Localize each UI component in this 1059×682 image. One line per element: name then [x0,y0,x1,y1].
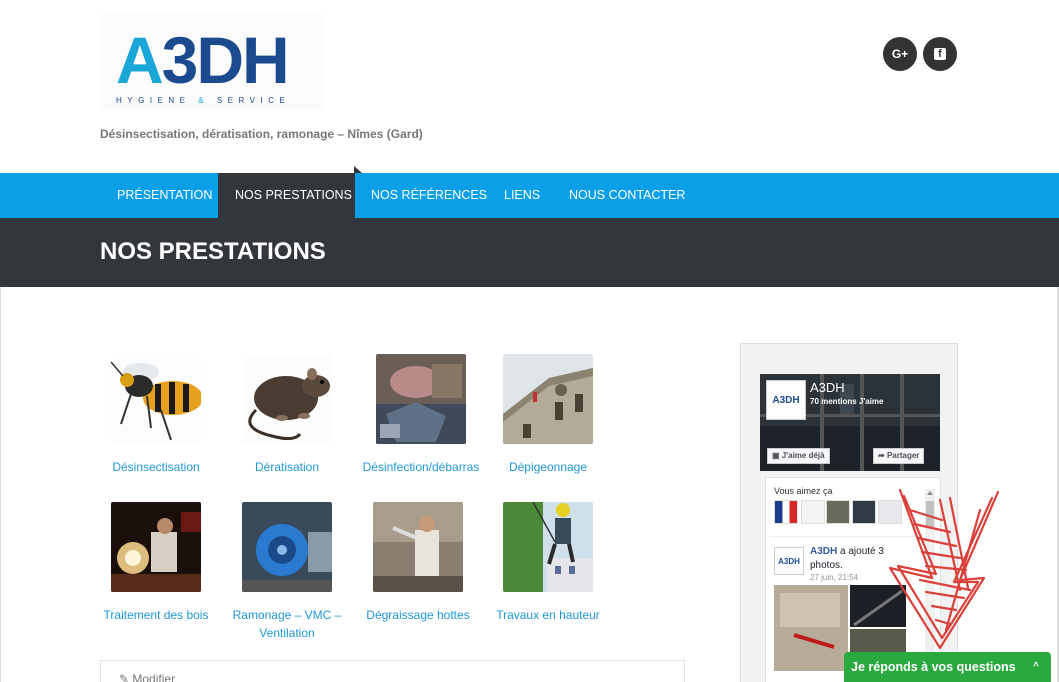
like-button[interactable]: ▣ J'aime déjà [767,448,830,464]
rope-access-image[interactable] [503,502,593,592]
service-label[interactable]: Désinsectisation [91,458,221,476]
site-logo[interactable]: A3DH HYGIENE & SERVICE [100,14,324,110]
service-label[interactable]: Désinfection/débarras [356,458,486,476]
nav-item-references[interactable]: Nos références [354,173,504,218]
google-plus-icon[interactable]: G+ [883,37,917,71]
site-header: A3DH HYGIENE & SERVICE Désinsectisation,… [0,0,1059,173]
hood-cleaning-image[interactable] [373,502,463,592]
chat-widget-button[interactable]: Je réponds à vos questions ^ [844,652,1051,682]
friend-avatar[interactable] [826,500,850,524]
post-time[interactable]: 27 juin, 21:54 [810,573,858,582]
friend-avatar[interactable] [801,500,825,524]
main-nav: Présentation Nos prestations Nos référen… [0,173,1059,218]
facebook-cover[interactable]: A3DH A3DH 70 mentions J'aime ▣ J'aime dé… [760,374,940,471]
nav-active-notch [354,166,362,173]
share-button[interactable]: ➦ Partager [873,448,925,464]
nav-item-presentation[interactable]: Présentation [100,173,229,218]
rat-image[interactable] [242,354,332,444]
facebook-icon[interactable]: f [923,37,957,71]
nav-item-contact[interactable]: Nous contacter [552,173,702,218]
wasp-image[interactable] [111,354,201,444]
chevron-up-icon: ^ [1033,661,1039,672]
nav-item-liens[interactable]: Liens [487,173,557,218]
edit-link[interactable]: ✎ Modifier [119,672,175,682]
page-name[interactable]: A3DH [810,380,845,395]
service-label[interactable]: Travaux en hauteur [483,606,613,624]
service-label[interactable]: Dégraissage hottes [353,606,483,624]
service-traitement-bois[interactable]: Traitement des bois [91,502,221,624]
pencil-icon: ✎ [119,672,133,682]
service-deratisation[interactable]: Dératisation [222,354,352,476]
logo-subtitle: HYGIENE & SERVICE [116,96,291,105]
share-arrow-icon: ➦ [878,451,887,460]
friend-avatar[interactable] [852,500,876,524]
friends-label: Vous aimez ça [774,486,833,496]
post-avatar[interactable]: A3DH [774,547,804,575]
service-depigeonnage[interactable]: Dépigeonnage [483,354,613,476]
arrow-down-icon [888,488,1000,650]
service-degraissage[interactable]: Dégraissage hottes [353,502,483,624]
facebook-glyph: f [934,48,946,60]
service-travaux-hauteur[interactable]: Travaux en hauteur [483,502,613,624]
site-tagline: Désinsectisation, dératisation, ramonage… [100,127,423,141]
service-label[interactable]: Dépigeonnage [483,458,613,476]
building-image[interactable] [503,354,593,444]
chat-label: Je réponds à vos questions [851,660,1016,674]
facebook-f-icon: ▣ [772,451,782,460]
friend-avatar[interactable] [774,500,798,524]
service-ramonage[interactable]: Ramonage – VMC – Ventilation [222,502,352,642]
edit-bar: ✎ Modifier [100,660,685,682]
wood-treatment-image[interactable] [111,502,201,592]
debris-image[interactable] [376,354,466,444]
page-likes: 70 mentions J'aime [810,397,884,406]
service-desinfection[interactable]: Désinfection/débarras [356,354,486,476]
nav-item-prestations[interactable]: Nos prestations [218,173,355,218]
service-label[interactable]: Traitement des bois [91,606,221,624]
page-avatar[interactable]: A3DH [766,380,806,420]
vmc-image[interactable] [242,502,332,592]
logo-wordmark: A3DH [116,23,290,97]
service-desinsectisation[interactable]: Désinsectisation [91,354,221,476]
service-label[interactable]: Dératisation [222,458,352,476]
page-title: NOS PRESTATIONS [100,238,326,265]
title-bar: NOS PRESTATIONS [0,218,1059,287]
service-label[interactable]: Ramonage – VMC – Ventilation [222,606,352,642]
